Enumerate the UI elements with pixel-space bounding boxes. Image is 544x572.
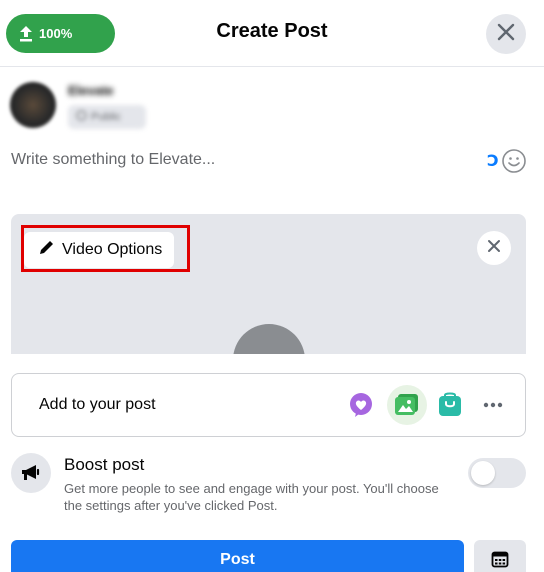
emoji-button[interactable] <box>501 148 527 174</box>
close-icon <box>497 23 515 46</box>
schedule-button[interactable] <box>474 540 526 572</box>
shopping-bag-icon[interactable] <box>434 389 466 421</box>
boost-post-title: Boost post <box>64 455 145 474</box>
toggle-knob <box>471 461 495 485</box>
page-title: Create Post <box>216 20 328 42</box>
post-button-label: Post <box>220 551 255 568</box>
post-button[interactable]: Post <box>11 540 464 572</box>
close-icon <box>487 239 501 258</box>
globe-icon <box>76 110 87 124</box>
heart-bubble-icon[interactable] <box>345 389 377 421</box>
privacy-label: Public <box>91 111 121 123</box>
pencil-icon <box>38 239 55 261</box>
privacy-selector[interactable]: Public <box>68 105 146 129</box>
add-to-post-label: Add to your post <box>39 396 156 413</box>
video-options-button[interactable]: Video Options <box>24 232 175 268</box>
boost-post-description: Get more people to see and engage with y… <box>64 481 439 513</box>
header-divider <box>0 66 544 67</box>
add-to-post-bar: Add to your post <box>11 373 526 437</box>
emoji-icon <box>501 149 527 178</box>
megaphone-icon <box>11 453 51 493</box>
video-preview: Video Options <box>11 214 526 354</box>
post-text-input[interactable]: Write something to Elevate... <box>11 151 215 169</box>
more-icon[interactable] <box>477 389 509 421</box>
close-button[interactable] <box>486 14 526 54</box>
text-background-button[interactable]: Ↄ <box>487 151 499 171</box>
play-icon[interactable] <box>233 324 305 354</box>
avatar <box>10 82 56 128</box>
photo-video-icon[interactable] <box>387 385 427 425</box>
boost-post-toggle[interactable] <box>468 458 526 488</box>
calendar-icon <box>491 550 509 572</box>
remove-video-button[interactable] <box>477 231 511 265</box>
author-name: Elevate <box>68 83 114 98</box>
video-options-label: Video Options <box>62 241 163 258</box>
